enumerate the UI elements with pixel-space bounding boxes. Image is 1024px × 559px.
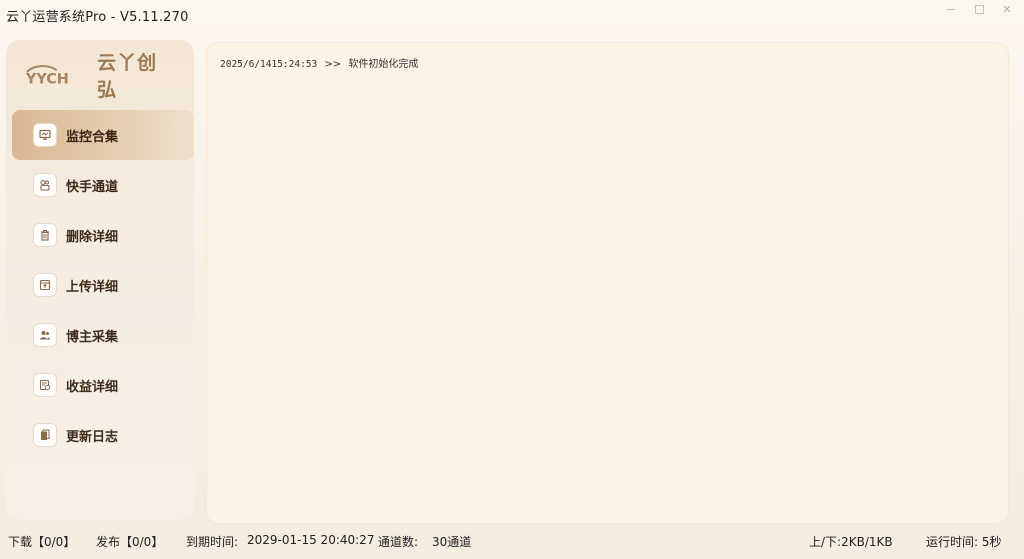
revenue-icon xyxy=(34,374,56,396)
sidebar-item-label: 上传详细 xyxy=(66,279,119,295)
sidebar-item-delete-detail[interactable]: 删除详细 xyxy=(6,210,194,260)
window-title: 云丫运营系统Pro - V5.11.270 xyxy=(6,10,189,25)
logo-mark-icon: YYCH xyxy=(25,65,69,88)
log-panel[interactable]: 2025/6/1415:24:53 >> 软件初始化完成 xyxy=(206,42,1009,524)
sidebar-item-label: 更新日志 xyxy=(66,429,119,445)
channels-value: 30通道 xyxy=(432,535,472,549)
log-icon xyxy=(34,424,56,446)
users-icon xyxy=(34,324,56,346)
expire-label: 到期时间: xyxy=(186,535,239,549)
sidebar-item-revenue-detail[interactable]: 收益详细 xyxy=(6,360,194,410)
window-controls: ✕ xyxy=(944,2,1014,16)
sidebar-item-label: 删除详细 xyxy=(66,229,119,245)
log-separator: >> xyxy=(324,59,342,70)
sidebar-item-kuaishou-channel[interactable]: 快手通道 xyxy=(6,160,194,210)
minimize-button[interactable] xyxy=(944,2,958,16)
app-logo: YYCH 云丫创弘 xyxy=(24,52,174,101)
download-status: 下载【0/0】 xyxy=(8,535,76,549)
channel-icon xyxy=(34,174,56,196)
log-message: 软件初始化完成 xyxy=(348,59,419,70)
upload-icon xyxy=(34,274,56,296)
sidebar-nav: 监控合集 快手通道 删除详细 上传详细 博主采集 收益详细 更新日志 xyxy=(6,110,194,460)
trash-icon xyxy=(34,224,56,246)
expire-value: 2029-01-15 20:40:27 xyxy=(247,533,375,547)
sidebar-item-update-log[interactable]: 更新日志 xyxy=(6,410,194,460)
log-entry: 2025/6/1415:24:53 >> 软件初始化完成 xyxy=(220,55,418,70)
sidebar: YYCH 云丫创弘 监控合集 快手通道 删除详细 上传详细 博主采集 收益详细 … xyxy=(6,40,194,520)
sidebar-item-label: 监控合集 xyxy=(66,129,119,145)
maximize-button[interactable] xyxy=(972,2,986,16)
svg-text:YYCH: YYCH xyxy=(25,72,69,88)
sidebar-item-label: 博主采集 xyxy=(66,329,119,345)
sidebar-item-monitor[interactable]: 监控合集 xyxy=(12,110,194,160)
traffic-status: 上/下:2KB/1KB xyxy=(809,535,893,549)
sidebar-item-blogger-collect[interactable]: 博主采集 xyxy=(6,310,194,360)
channels-label: 通道数: xyxy=(378,535,419,549)
title-bar: 云丫运营系统Pro - V5.11.270 ✕ xyxy=(0,0,1024,30)
status-bar: 下载【0/0】 发布【0/0】 到期时间: 2029-01-15 20:40:2… xyxy=(0,533,1024,553)
sidebar-item-label: 快手通道 xyxy=(66,179,119,195)
monitor-icon xyxy=(34,124,56,146)
sidebar-item-upload-detail[interactable]: 上传详细 xyxy=(6,260,194,310)
runtime-status: 运行时间: 5秒 xyxy=(926,535,1002,549)
close-button[interactable]: ✕ xyxy=(1000,2,1014,16)
publish-status: 发布【0/0】 xyxy=(96,535,164,549)
brand-text: 云丫创弘 xyxy=(97,52,158,101)
sidebar-item-label: 收益详细 xyxy=(66,379,119,395)
log-timestamp: 2025/6/1415:24:53 xyxy=(220,59,318,70)
